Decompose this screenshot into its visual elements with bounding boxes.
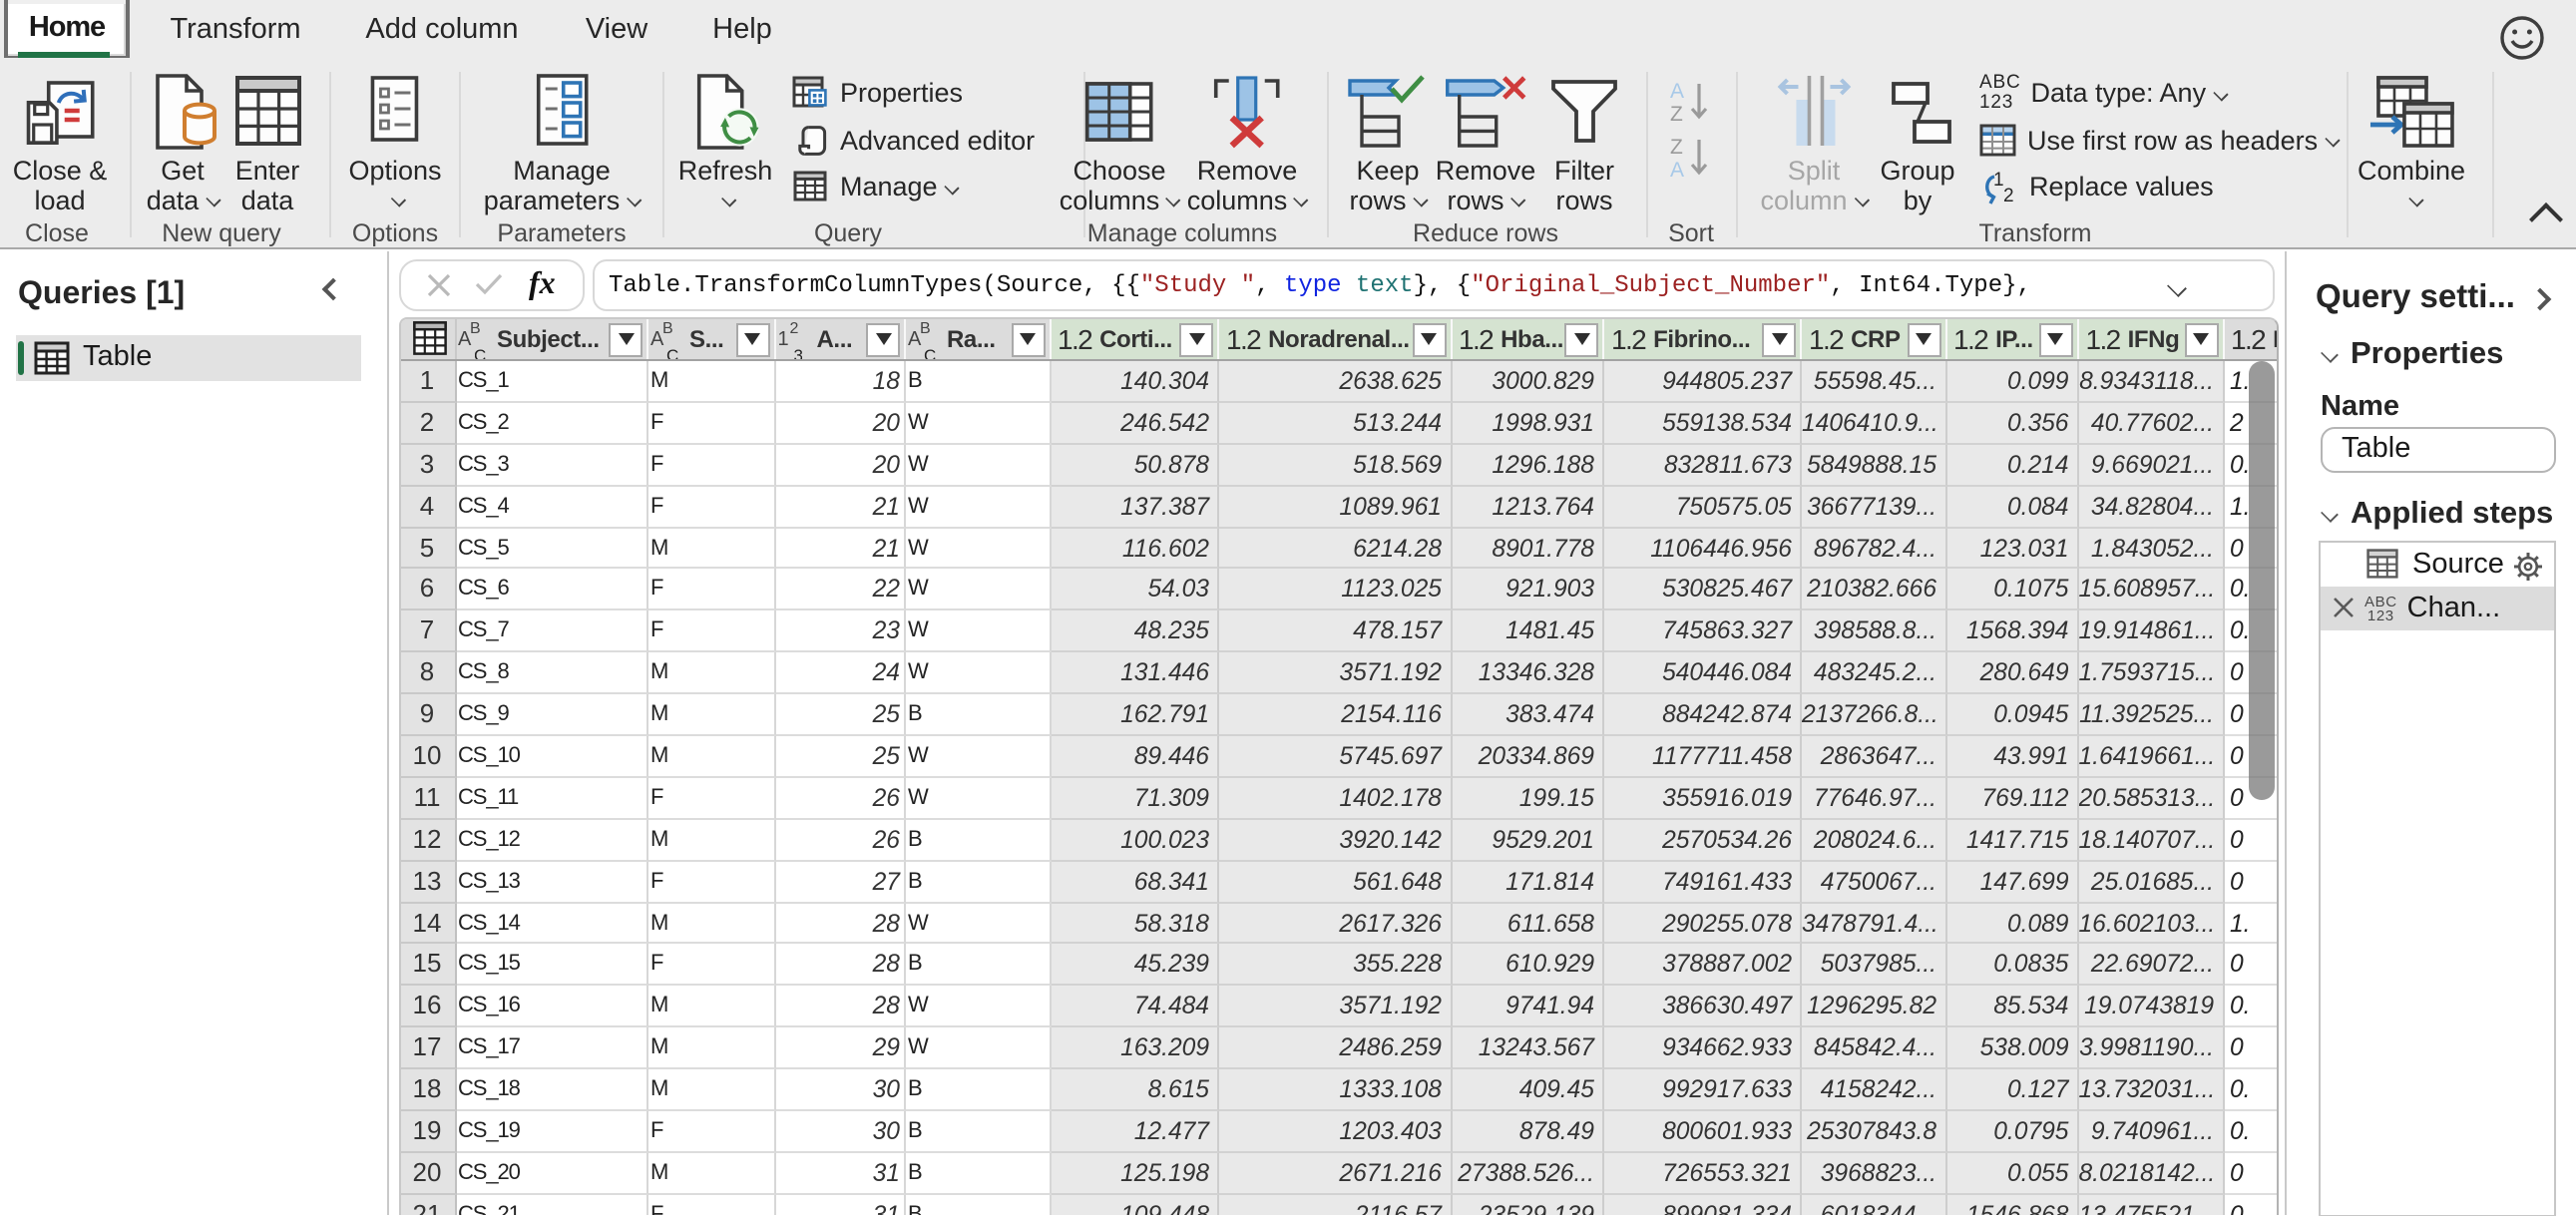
svg-text:Z: Z bbox=[1670, 136, 1683, 159]
svg-text:Z: Z bbox=[1670, 103, 1683, 126]
svg-text:A: A bbox=[1670, 80, 1684, 103]
svg-text:A: A bbox=[1670, 159, 1684, 182]
svg-text:1: 1 bbox=[1993, 169, 2004, 190]
svg-text:2: 2 bbox=[2003, 185, 2014, 204]
